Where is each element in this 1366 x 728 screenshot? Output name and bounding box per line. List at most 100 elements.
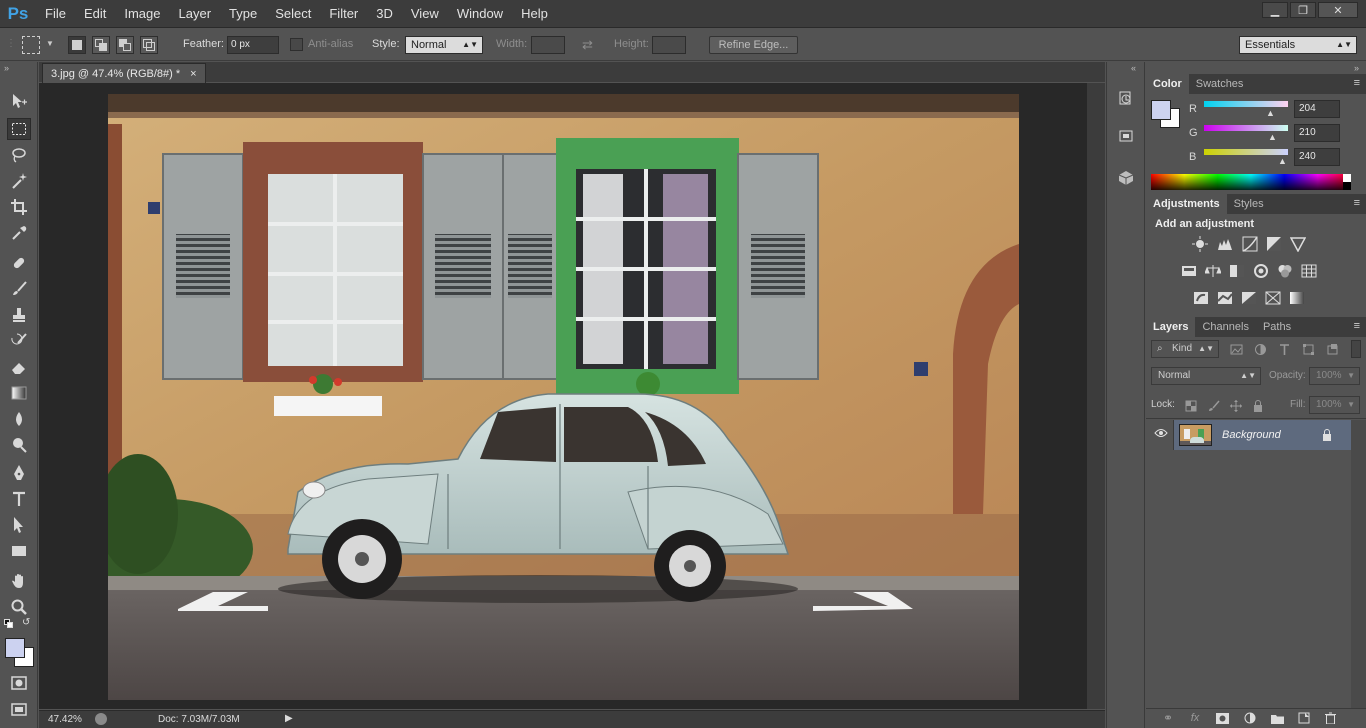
zoom-level[interactable]: 47.42%	[48, 714, 82, 725]
hue-saturation-icon[interactable]	[1179, 262, 1199, 280]
feather-input[interactable]: 0 px	[227, 36, 279, 54]
rectangular-marquee-tool-icon[interactable]	[7, 118, 31, 140]
restore-button[interactable]: ❐	[1290, 2, 1316, 18]
status-menu-arrow-icon[interactable]: ▶	[285, 713, 293, 724]
screen-mode-icon[interactable]	[7, 698, 31, 720]
menu-help[interactable]: Help	[512, 0, 557, 28]
height-input[interactable]	[652, 36, 686, 54]
pen-tool-icon[interactable]	[7, 462, 31, 484]
adjustment-layer-filter-icon[interactable]	[1252, 341, 1268, 357]
add-mask-icon[interactable]	[1214, 710, 1230, 726]
default-colors-icon[interactable]	[4, 619, 14, 629]
gradient-tool-icon[interactable]	[7, 382, 31, 404]
new-group-folder-icon[interactable]	[1269, 710, 1285, 726]
lock-all-icon[interactable]	[1250, 398, 1266, 414]
quick-mask-icon[interactable]	[7, 672, 31, 694]
panel-menu-icon[interactable]: ≡	[1354, 197, 1360, 209]
rectangle-tool-icon[interactable]	[7, 540, 31, 562]
b-value-input[interactable]: 240	[1294, 148, 1340, 166]
layer-kind-filter[interactable]: ⌕ Kind ▲▼	[1151, 340, 1219, 358]
g-slider-track[interactable]	[1204, 125, 1288, 131]
exposure-icon[interactable]	[1264, 235, 1284, 253]
color-balance-icon[interactable]	[1203, 262, 1223, 280]
type-layer-filter-icon[interactable]	[1276, 341, 1292, 357]
menu-type[interactable]: Type	[220, 0, 266, 28]
brush-tool-icon[interactable]	[7, 278, 31, 300]
gradient-map-icon[interactable]	[1287, 289, 1307, 307]
curves-icon[interactable]	[1240, 235, 1260, 253]
color-spectrum-ramp[interactable]	[1151, 174, 1351, 190]
link-layers-icon[interactable]: ⚭	[1160, 710, 1176, 726]
path-selection-tool-icon[interactable]	[7, 514, 31, 536]
menu-image[interactable]: Image	[115, 0, 169, 28]
fill-input[interactable]: 100% ▼	[1309, 396, 1360, 414]
width-input[interactable]	[531, 36, 565, 54]
new-adjustment-layer-icon[interactable]	[1242, 710, 1258, 726]
tab-adjustments[interactable]: Adjustments	[1146, 194, 1227, 214]
levels-icon[interactable]	[1215, 235, 1235, 253]
threshold-icon[interactable]	[1239, 289, 1259, 307]
menu-edit[interactable]: Edit	[75, 0, 115, 28]
tab-styles[interactable]: Styles	[1227, 194, 1271, 214]
smart-object-filter-icon[interactable]	[1324, 341, 1340, 357]
pixel-layer-filter-icon[interactable]	[1228, 341, 1244, 357]
b-slider-track[interactable]	[1204, 149, 1288, 155]
panel-menu-icon[interactable]: ≡	[1354, 320, 1360, 332]
foreground-color-swatch[interactable]	[5, 638, 25, 658]
subtract-from-selection-button[interactable]	[116, 36, 134, 54]
selective-color-icon[interactable]	[1263, 289, 1283, 307]
menu-layer[interactable]: Layer	[170, 0, 221, 28]
tab-layers[interactable]: Layers	[1146, 317, 1196, 337]
tab-paths[interactable]: Paths	[1256, 317, 1298, 337]
invert-icon[interactable]	[1191, 289, 1211, 307]
collapse-icon[interactable]: »	[4, 63, 9, 73]
eraser-tool-icon[interactable]	[7, 356, 31, 378]
brightness-contrast-icon[interactable]	[1190, 235, 1210, 253]
layer-row-background[interactable]: Background	[1146, 420, 1351, 450]
blur-tool-icon[interactable]	[7, 408, 31, 430]
expand-dock-icon[interactable]: «	[1131, 63, 1136, 73]
r-slider-thumb[interactable]: ▲	[1266, 108, 1275, 118]
zoom-tool-icon[interactable]	[7, 596, 31, 618]
layer-style-fx-icon[interactable]: fx	[1187, 710, 1203, 726]
menu-file[interactable]: File	[36, 0, 75, 28]
hand-tool-icon[interactable]	[7, 570, 31, 592]
layer-visibility-eye-icon[interactable]	[1154, 428, 1168, 441]
color-lookup-icon[interactable]	[1299, 262, 1319, 280]
properties-panel-icon[interactable]	[1114, 124, 1138, 148]
opacity-input[interactable]: 100% ▼	[1309, 367, 1360, 385]
marquee-preset-icon[interactable]	[22, 36, 40, 54]
new-selection-button[interactable]	[68, 36, 86, 54]
document-tab[interactable]: 3.jpg @ 47.4% (RGB/8#) * ×	[42, 63, 206, 83]
tab-channels[interactable]: Channels	[1195, 317, 1255, 337]
lock-image-pixels-icon[interactable]	[1206, 398, 1222, 414]
vertical-scrollbar[interactable]	[1087, 83, 1105, 709]
tab-color[interactable]: Color	[1146, 74, 1189, 94]
menu-filter[interactable]: Filter	[320, 0, 367, 28]
photo-filter-icon[interactable]	[1251, 262, 1271, 280]
menu-view[interactable]: View	[402, 0, 448, 28]
lock-transparent-pixels-icon[interactable]	[1183, 398, 1199, 414]
delete-layer-trash-icon[interactable]	[1322, 710, 1338, 726]
style-dropdown[interactable]: Normal ▲▼	[405, 36, 483, 54]
menu-select[interactable]: Select	[266, 0, 320, 28]
color-panel-foreground-swatch[interactable]	[1151, 100, 1171, 120]
menu-3d[interactable]: 3D	[367, 0, 402, 28]
panel-menu-icon[interactable]: ≡	[1354, 77, 1360, 89]
refine-edge-button[interactable]: Refine Edge...	[709, 36, 798, 54]
g-slider-thumb[interactable]: ▲	[1268, 132, 1277, 142]
menu-window[interactable]: Window	[448, 0, 512, 28]
history-panel-icon[interactable]	[1114, 86, 1138, 110]
channel-mixer-icon[interactable]	[1275, 262, 1295, 280]
layers-scrollbar[interactable]	[1351, 420, 1366, 710]
status-info-icon[interactable]	[95, 713, 107, 725]
dodge-tool-icon[interactable]	[7, 434, 31, 456]
r-slider-track[interactable]	[1204, 101, 1288, 107]
g-value-input[interactable]: 210	[1294, 124, 1340, 142]
clone-stamp-tool-icon[interactable]	[7, 304, 31, 326]
magic-wand-tool-icon[interactable]	[7, 170, 31, 192]
add-to-selection-button[interactable]	[92, 36, 110, 54]
layer-name[interactable]: Background	[1222, 429, 1281, 441]
close-window-button[interactable]: ✕	[1318, 2, 1358, 18]
b-slider-thumb[interactable]: ▲	[1278, 156, 1287, 166]
